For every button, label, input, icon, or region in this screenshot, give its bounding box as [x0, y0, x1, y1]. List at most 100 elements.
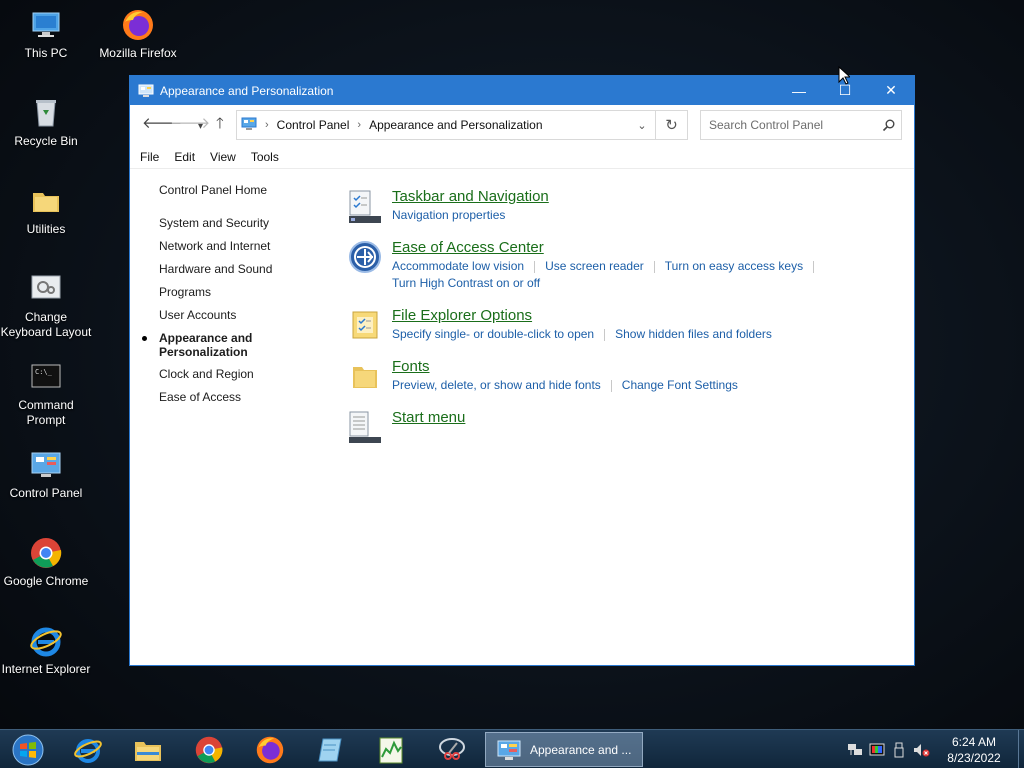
control-panel-icon [138, 84, 154, 98]
taskbar-firefox[interactable] [244, 733, 296, 767]
address-bar[interactable]: › Control Panel › Appearance and Persona… [236, 110, 688, 140]
link-separator [534, 260, 536, 273]
link-show-hidden-files[interactable]: Show hidden files and folders [615, 327, 772, 341]
breadcrumb-appearance[interactable]: Appearance and Personalization [369, 118, 542, 132]
category-title-link[interactable]: Fonts [392, 357, 898, 377]
taskbar-google-chrome[interactable] [183, 733, 235, 767]
usb-device-icon[interactable] [888, 740, 910, 760]
desktop-icon-command-prompt[interactable]: C:\_ Command Prompt [0, 360, 92, 428]
link-preview-delete-fonts[interactable]: Preview, delete, or show and hide fonts [392, 378, 601, 392]
taskbar-snipping-tool[interactable] [426, 733, 478, 767]
link-turn-on-easy-access-keys[interactable]: Turn on easy access keys [665, 259, 803, 273]
sidebar-item-label: Appearance and Personalization [159, 331, 253, 359]
sidebar-item-programs[interactable]: Programs [159, 285, 319, 300]
link-accommodate-low-vision[interactable]: Accommodate low vision [392, 259, 524, 273]
search-icon[interactable] [875, 119, 901, 132]
mouse-cursor-icon [838, 65, 852, 88]
recent-locations-chevron-icon[interactable]: ▾ [198, 119, 203, 135]
sidebar-item-clock-and-region[interactable]: Clock and Region [159, 367, 319, 382]
menu-file[interactable]: File [140, 150, 159, 164]
taskbar-notepad[interactable] [304, 733, 356, 767]
desktop-icon-google-chrome[interactable]: Google Chrome [0, 536, 92, 589]
taskbar-task-manager[interactable] [365, 733, 417, 767]
fonts-folder-icon [348, 359, 382, 393]
desktop-icon-label: This PC [24, 46, 68, 60]
keyboard-settings-icon [29, 272, 63, 306]
sidebar-item-network-and-internet[interactable]: Network and Internet [159, 239, 319, 254]
close-button[interactable]: ✕ [868, 76, 914, 105]
taskbar-active-window[interactable]: Appearance and ... [485, 732, 643, 767]
desktop-icon-label: Control Panel [9, 486, 83, 500]
desktop-icon-utilities[interactable]: Utilities [0, 184, 92, 237]
desktop-icon-label: Mozilla Firefox [99, 46, 177, 60]
forward-arrow-icon[interactable]: 🡒 [170, 116, 210, 132]
network-icon[interactable] [844, 740, 866, 760]
category-title-link[interactable]: File Explorer Options [392, 306, 898, 326]
volume-muted-icon[interactable] [910, 740, 932, 760]
desktop-icon-change-keyboard-layout[interactable]: Change Keyboard Layout [0, 272, 92, 340]
sidebar-item-user-accounts[interactable]: User Accounts [159, 308, 319, 323]
category-ease-of-access-center: Ease of Access Center Accommodate low vi… [348, 238, 898, 292]
clock-date: 8/23/2022 [947, 750, 1001, 765]
menu-tools[interactable]: Tools [251, 150, 279, 164]
sidebar-item-control-panel-home[interactable]: Control Panel Home [159, 183, 319, 198]
display-color-icon[interactable] [866, 740, 888, 760]
refresh-icon[interactable]: ↻ [655, 111, 687, 139]
folder-icon [29, 184, 63, 218]
breadcrumb-separator-icon[interactable]: › [357, 119, 361, 131]
desktop-icon-this-pc[interactable]: This PC [0, 8, 92, 61]
sidebar-item-appearance-active[interactable]: Appearance and Personalization [142, 331, 319, 359]
category-list: Taskbar and Navigation Navigation proper… [348, 187, 898, 444]
start-menu-icon [348, 410, 382, 444]
control-panel-icon [29, 448, 63, 482]
command-prompt-icon: C:\_ [29, 360, 63, 394]
desktop-icon-internet-explorer[interactable]: Internet Explorer [0, 624, 92, 677]
desktop-icon-recycle-bin[interactable]: Recycle Bin [0, 96, 92, 149]
up-arrow-icon[interactable]: 🡑 [216, 116, 224, 132]
category-taskbar-and-navigation: Taskbar and Navigation Navigation proper… [348, 187, 898, 224]
notepad-icon [318, 738, 342, 762]
search-input[interactable] [709, 118, 875, 132]
file-explorer-options-icon [348, 308, 382, 342]
desktop-icon-label: Google Chrome [3, 574, 89, 588]
control-panel-icon [497, 740, 521, 760]
link-navigation-properties[interactable]: Navigation properties [392, 208, 505, 222]
category-title-link[interactable]: Ease of Access Center [392, 238, 898, 258]
link-use-screen-reader[interactable]: Use screen reader [545, 259, 644, 273]
category-title-link[interactable]: Start menu [392, 408, 898, 428]
window-title: Appearance and Personalization [160, 83, 334, 98]
task-manager-icon [379, 737, 403, 764]
link-single-double-click[interactable]: Specify single- or double-click to open [392, 327, 594, 341]
recycle-bin-icon [29, 96, 63, 130]
desktop-icon-firefox[interactable]: Mozilla Firefox [92, 8, 184, 61]
link-separator [813, 260, 815, 273]
link-separator [610, 379, 612, 392]
sidebar-item-system-and-security[interactable]: System and Security [159, 216, 319, 231]
ease-of-access-icon [348, 240, 382, 274]
search-box[interactable] [700, 110, 902, 140]
start-button[interactable] [2, 733, 54, 767]
desktop-icon-control-panel[interactable]: Control Panel [0, 448, 92, 501]
taskbar-file-explorer[interactable] [122, 733, 174, 767]
navigation-bar: 🡐 🡒 ▾ 🡑 › Control Panel › Appearance and… [130, 105, 914, 145]
title-bar[interactable]: Appearance and Personalization — ☐ ✕ [130, 76, 914, 105]
menu-view[interactable]: View [210, 150, 236, 164]
sidebar-item-ease-of-access[interactable]: Ease of Access [159, 390, 319, 405]
category-title-link[interactable]: Taskbar and Navigation [392, 187, 898, 207]
firefox-icon [121, 8, 155, 42]
sidebar-item-hardware-and-sound[interactable]: Hardware and Sound [159, 262, 319, 277]
breadcrumb-control-panel[interactable]: Control Panel [277, 118, 350, 132]
address-dropdown-chevron-icon[interactable]: ⌄ [629, 119, 655, 132]
show-desktop-button[interactable] [1018, 730, 1024, 768]
clock[interactable]: 6:24 AM 8/23/2022 [940, 734, 1008, 766]
system-tray: 6:24 AM 8/23/2022 [844, 730, 1024, 768]
link-turn-high-contrast[interactable]: Turn High Contrast on or off [392, 276, 540, 290]
minimize-button[interactable]: — [776, 76, 822, 105]
chrome-icon [195, 736, 223, 764]
file-explorer-icon [135, 742, 161, 761]
link-change-font-settings[interactable]: Change Font Settings [622, 378, 738, 392]
taskbar-internet-explorer[interactable] [62, 733, 114, 767]
clock-time: 6:24 AM [951, 734, 997, 749]
menu-edit[interactable]: Edit [174, 150, 195, 164]
breadcrumb-separator-icon[interactable]: › [265, 119, 269, 131]
